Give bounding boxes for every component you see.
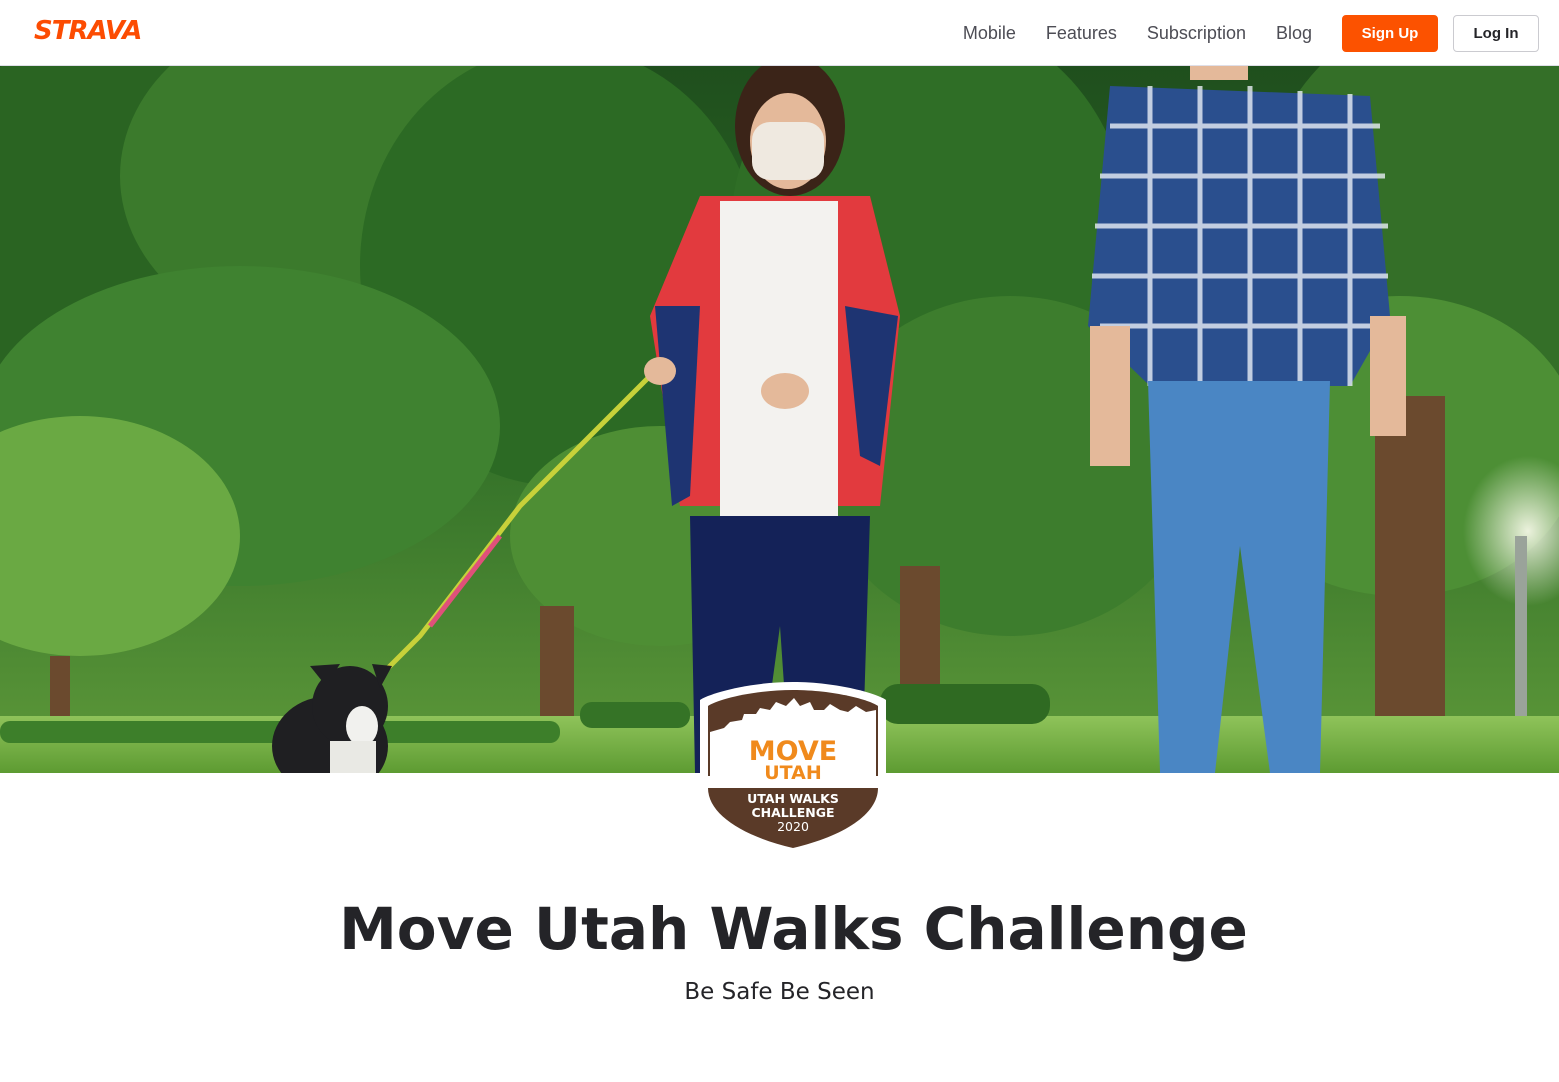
site-header: STRAVA Mobile Features Subscription Blog… — [0, 0, 1559, 66]
move-utah-badge: MOVE UTAH UTAH WALKS CHALLENGE 2020 — [698, 680, 888, 858]
badge-text-utah-walks: UTAH WALKS — [747, 791, 839, 806]
nav-features[interactable]: Features — [1046, 23, 1117, 44]
badge-text-challenge: CHALLENGE — [751, 805, 834, 820]
main-nav: Mobile Features Subscription Blog Sign U… — [963, 0, 1559, 66]
log-in-button[interactable]: Log In — [1453, 14, 1539, 52]
sign-up-button[interactable]: Sign Up — [1342, 14, 1438, 52]
strava-logo[interactable]: STRAVA — [34, 16, 152, 46]
challenge-subtitle: Be Safe Be Seen — [684, 979, 875, 1005]
badge-text-utah: UTAH — [764, 762, 822, 784]
nav-subscription[interactable]: Subscription — [1147, 23, 1246, 44]
nav-blog[interactable]: Blog — [1276, 23, 1312, 44]
badge-text-year: 2020 — [777, 819, 809, 834]
logo-text: STRAVA — [34, 16, 142, 46]
challenge-title: Move Utah Walks Challenge — [339, 895, 1248, 963]
park-scene-illustration — [0, 66, 1559, 773]
hero-image — [0, 66, 1559, 773]
nav-mobile[interactable]: Mobile — [963, 23, 1016, 44]
